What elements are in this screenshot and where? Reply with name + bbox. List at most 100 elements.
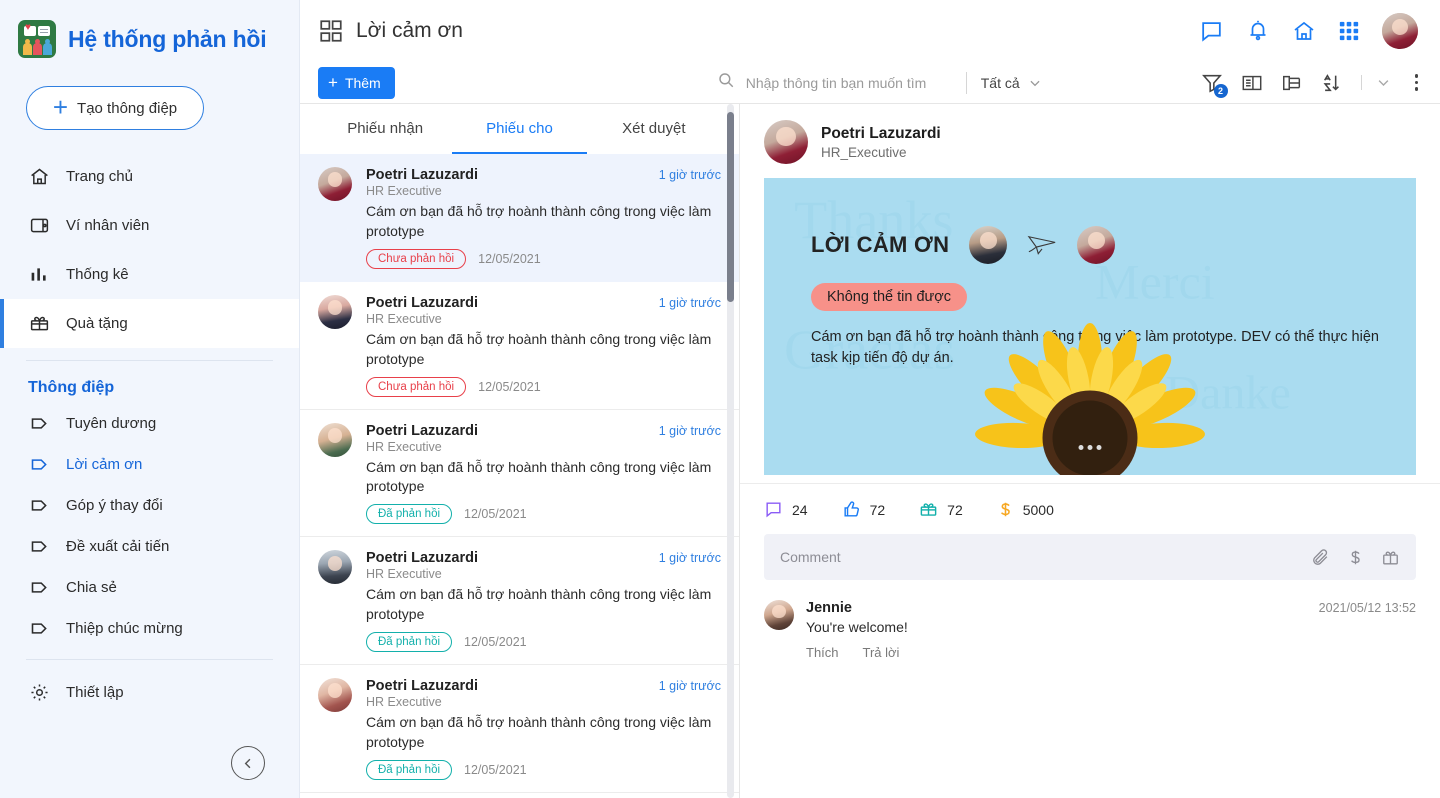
sidebar-item-loi-cam-on[interactable]: Lời cảm ơn bbox=[0, 444, 299, 485]
status-badge: Đã phản hồi bbox=[366, 632, 453, 652]
gift-count-value: 72 bbox=[947, 501, 963, 518]
carousel-dots[interactable] bbox=[1078, 445, 1102, 450]
message-text: Cám ơn bạn đã hỗ trợ hoành thành công tr… bbox=[366, 714, 712, 750]
paper-plane-icon bbox=[1027, 233, 1057, 257]
tag-icon bbox=[28, 577, 50, 599]
avatar[interactable] bbox=[1382, 13, 1418, 49]
gift-count[interactable]: 72 bbox=[919, 500, 963, 519]
sidebar-item-gop-y-thay-doi[interactable]: Góp ý thay đổi bbox=[0, 485, 299, 526]
sidebar-item-label: Thiệp chúc mừng bbox=[66, 620, 183, 637]
chat-icon[interactable] bbox=[1199, 19, 1224, 44]
sunflower-photo bbox=[975, 323, 1205, 475]
list-item: Jennie 2021/05/12 13:52 You're welcome! … bbox=[740, 580, 1440, 660]
page-title: Lời cảm ơn bbox=[356, 19, 463, 42]
dollar-icon bbox=[1000, 502, 1010, 517]
search-input[interactable] bbox=[745, 74, 958, 91]
commenter-name: Jennie bbox=[806, 600, 852, 616]
sidebar-item-trang-chu[interactable]: Trang chủ bbox=[0, 152, 299, 201]
comment-input[interactable] bbox=[780, 549, 1311, 565]
apps-grid-icon[interactable] bbox=[1338, 20, 1360, 42]
filter-select[interactable]: Tất cả bbox=[981, 75, 1042, 91]
timestamp: 1 giờ trước bbox=[658, 423, 721, 438]
search-box[interactable] bbox=[717, 71, 958, 94]
table-row[interactable]: Poetri Lazuzardi 1 giờ trước HR Executiv… bbox=[300, 282, 739, 410]
sidebar-item-qua-tang[interactable]: Quà tặng bbox=[0, 299, 299, 348]
sidebar-item-de-xuat-cai-tien[interactable]: Đề xuất cải tiến bbox=[0, 526, 299, 567]
brand-name: Hệ thống phản hồi bbox=[68, 25, 267, 52]
like-count-value: 72 bbox=[869, 501, 886, 518]
sidebar-item-label: Thiết lập bbox=[66, 684, 124, 701]
tab-phieu-nhan[interactable]: Phiếu nhận bbox=[318, 104, 452, 154]
sidebar-item-thong-ke[interactable]: Thống kê bbox=[0, 250, 299, 299]
table-row[interactable]: Poetri Lazuzardi 1 giờ trước HR Executiv… bbox=[300, 665, 739, 793]
sidebar-item-label: Lời cảm ơn bbox=[66, 456, 143, 473]
split-view-icon[interactable] bbox=[1241, 72, 1263, 94]
table-row[interactable]: Poetri Lazuzardi 1 giờ trước HR Executiv… bbox=[300, 154, 739, 282]
sidebar-item-label: Quà tặng bbox=[66, 315, 128, 332]
table-row[interactable]: Poetri Lazuzardi 1 giờ trước HR Executiv… bbox=[300, 793, 739, 798]
filter-badge: 2 bbox=[1213, 83, 1228, 98]
status-badge: Chưa phản hồi bbox=[366, 376, 467, 397]
detail-header: Poetri Lazuzardi HR_Executive bbox=[740, 104, 1440, 178]
chevron-down-icon[interactable] bbox=[1360, 75, 1391, 90]
sidebar-item-vi-nhan-vien[interactable]: Ví nhân viên bbox=[0, 201, 299, 250]
top-header: Lời cảm ơn bbox=[300, 0, 1440, 62]
more-vertical-icon[interactable] bbox=[1409, 72, 1425, 93]
sender-role: HR Executive bbox=[366, 695, 442, 709]
plus-icon: + bbox=[328, 73, 338, 92]
avatar bbox=[969, 226, 1008, 264]
sidebar-item-tuyen-duong[interactable]: Tuyên dương bbox=[0, 403, 299, 444]
create-message-button[interactable]: + Tạo thông điệp bbox=[26, 86, 204, 130]
sidebar-item-thiet-lap[interactable]: Thiết lập bbox=[0, 672, 299, 713]
plus-icon: + bbox=[52, 91, 69, 122]
sender-role: HR Executive bbox=[366, 184, 442, 198]
layout-icon[interactable] bbox=[1281, 72, 1303, 94]
table-row[interactable]: Poetri Lazuzardi 1 giờ trước HR Executiv… bbox=[300, 410, 739, 538]
toolbar-separator bbox=[965, 71, 967, 94]
attachment-icon[interactable] bbox=[1311, 548, 1330, 567]
sender-role: HR Executive bbox=[366, 567, 442, 582]
date: 12/05/2021 bbox=[464, 635, 527, 649]
sidebar-tag-list: Tuyên dương Lời cảm ơn Góp ý thay đổi Đề… bbox=[0, 403, 299, 649]
like-count[interactable]: 72 bbox=[842, 500, 886, 519]
gear-icon bbox=[28, 682, 50, 704]
tab-xet-duyet[interactable]: Xét duyệt bbox=[587, 104, 721, 154]
dollar-icon[interactable] bbox=[1347, 548, 1364, 567]
filter-icon[interactable]: 2 bbox=[1201, 72, 1228, 98]
status-badge: Đã phản hồi bbox=[366, 759, 453, 780]
scrollbar-thumb[interactable] bbox=[727, 112, 734, 302]
create-message-label: Tạo thông điệp bbox=[77, 99, 178, 117]
list-scrollbar[interactable] bbox=[727, 104, 734, 798]
home-icon[interactable] bbox=[1292, 19, 1316, 43]
add-button[interactable]: + Thêm bbox=[318, 66, 395, 99]
tab-phieu-cho[interactable]: Phiếu cho bbox=[452, 104, 587, 154]
like-action[interactable]: Thích bbox=[806, 645, 839, 660]
toolbar: + Thêm Tất cả 2 bbox=[300, 62, 1440, 104]
date: 12/05/2021 bbox=[478, 251, 541, 266]
sidebar-divider-2 bbox=[26, 659, 273, 660]
comment-actions bbox=[1311, 548, 1400, 567]
message-list: Poetri Lazuzardi 1 giờ trước HR Executiv… bbox=[300, 154, 739, 798]
sort-az-icon[interactable] bbox=[1321, 72, 1343, 94]
reply-action[interactable]: Trả lời bbox=[863, 645, 900, 660]
message-text: Cám ơn bạn đã hỗ trợ hoành thành công tr… bbox=[366, 458, 712, 495]
gift-icon[interactable] bbox=[1381, 548, 1400, 567]
comment-count[interactable]: 24 bbox=[764, 500, 808, 519]
table-row[interactable]: Poetri Lazuzardi 1 giờ trước HR Executiv… bbox=[300, 537, 739, 665]
date: 12/05/2021 bbox=[464, 507, 527, 522]
comment-input-box[interactable] bbox=[764, 534, 1416, 580]
status-badge: Đã phản hồi bbox=[366, 504, 453, 525]
header-actions bbox=[1199, 13, 1424, 49]
filter-select-value: Tất cả bbox=[980, 74, 1020, 91]
bell-icon[interactable] bbox=[1246, 19, 1270, 43]
thank-you-card: Thanks Merci Gracias Danke LỜI CẢM ƠN Kh… bbox=[764, 178, 1416, 475]
sidebar-item-thiep-chuc-mung[interactable]: Thiệp chúc mừng bbox=[0, 608, 299, 649]
sidebar-item-label: Thống kê bbox=[66, 266, 129, 283]
sidebar: Hệ thống phản hồi + Tạo thông điệp Trang… bbox=[0, 0, 300, 798]
avatar bbox=[318, 167, 352, 201]
collapse-sidebar-button[interactable] bbox=[231, 746, 265, 780]
tag-icon bbox=[28, 618, 50, 640]
sidebar-item-chia-se[interactable]: Chia sẻ bbox=[0, 567, 299, 608]
search-icon bbox=[717, 71, 735, 94]
points-count[interactable]: 5000 bbox=[997, 500, 1054, 519]
